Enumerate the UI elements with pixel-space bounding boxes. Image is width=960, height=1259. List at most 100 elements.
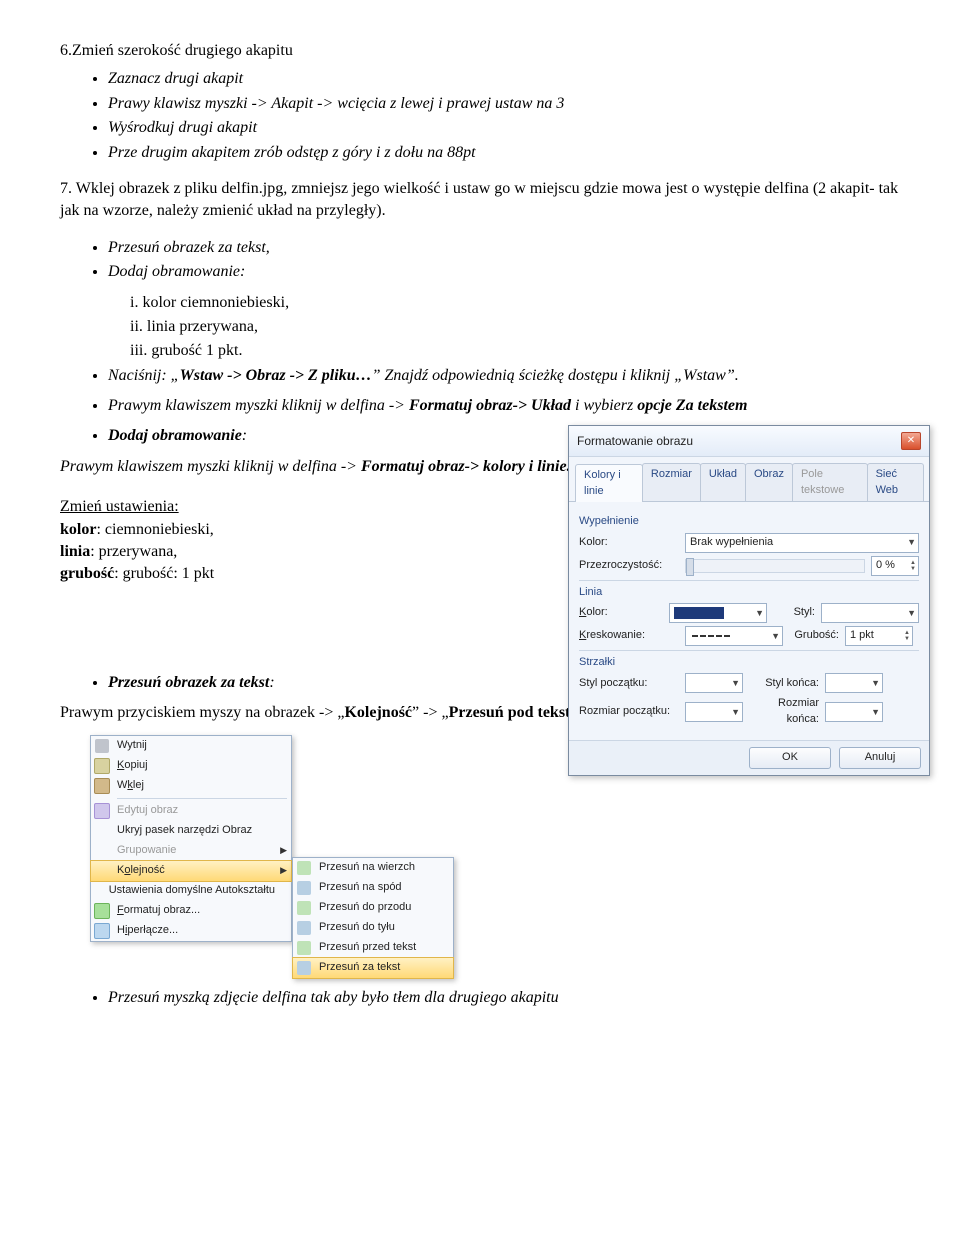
tab-kolory-linie[interactable]: Kolory i linie [575, 464, 643, 502]
nacisnij-mid: ” Znajdź odpowiednią ścieżkę dostępu i k… [372, 367, 684, 384]
end-style-combo[interactable]: ▼ [825, 673, 883, 693]
group-arrows: Strzałki [579, 655, 919, 670]
order-bring-to-front[interactable]: Przesuń na wierzch [293, 858, 453, 878]
tab-uklad[interactable]: Układ [700, 463, 746, 501]
group-line: Linia [579, 585, 919, 600]
dodaj-list: Dodaj obramowanie: [60, 425, 580, 447]
zmien-l3a: grubość [60, 565, 114, 582]
dodaj-line: Prawym klawiszem myszki kliknij w delfin… [60, 458, 361, 475]
order-behind-text[interactable]: Przesuń za tekst [292, 957, 454, 979]
weight-spin[interactable]: 1 pkt▲▼ [845, 626, 913, 646]
ctx-format-image[interactable]: Formatuj obraz... [91, 901, 291, 921]
step2-list: Przesuń obrazek za tekst, Dodaj obramowa… [60, 237, 900, 284]
nacisnij-path: Wstaw -> Obraz -> Z pliku… [180, 367, 372, 384]
last-list: Przesuń myszką zdjęcie delfina tak aby b… [60, 987, 900, 1009]
step2-r2: ii. linia przerywana, [130, 316, 900, 338]
lbl-end-style: Styl końca: [749, 676, 819, 691]
lbl-end-size: Rozmiar końca: [749, 696, 819, 727]
format-picture-dialog: Formatowanie obrazu ✕ Kolory i linie Roz… [568, 425, 930, 775]
lbl-line-color: Kolor: [579, 605, 663, 620]
behind-text-icon [293, 961, 315, 975]
weight-value: 1 pkt [850, 628, 874, 643]
fill-color-value: Brak wypełnienia [690, 535, 773, 550]
bring-forward-icon [293, 901, 315, 915]
ctx-edit-image: Edytuj obraz [91, 801, 291, 821]
chevron-down-icon: ▼ [907, 607, 916, 620]
przesun-b2: Przesuń pod tekst [449, 704, 571, 721]
chevron-right-icon: ▶ [280, 844, 287, 857]
lbl-begin-size: Rozmiar początku: [579, 704, 679, 719]
dash-swatch-icon [690, 630, 742, 642]
tab-rozmiar[interactable]: Rozmiar [642, 463, 701, 501]
przesun-b1: Kolejność [344, 704, 412, 721]
chevron-down-icon: ▼ [907, 536, 916, 549]
ctx-cut[interactable]: Wytnij [91, 736, 291, 756]
transparency-value: 0 % [876, 558, 895, 573]
dialog-tabs: Kolory i linie Rozmiar Układ Obraz Pole … [569, 457, 929, 502]
format-image-icon [91, 903, 113, 919]
context-menu-main: Wytnij Kopiuj Wklej Edytuj obraz Ukryj p… [90, 735, 292, 942]
transparency-spin[interactable]: 0 %▲▼ [871, 556, 919, 576]
order-send-backward[interactable]: Przesuń do tyłu [293, 918, 453, 938]
ctx-default-autoshape[interactable]: Ustawienia domyślne Autokształtu [91, 881, 291, 901]
tab-obraz[interactable]: Obraz [745, 463, 793, 501]
paragraph-7: 7. Wklej obrazek z pliku delfin.jpg, zmn… [60, 178, 900, 223]
order-send-to-back[interactable]: Przesuń na spód [293, 878, 453, 898]
tab-siec-web[interactable]: Sieć Web [867, 463, 924, 501]
group-fill: Wypełnienie [579, 514, 919, 529]
ctx-hyperlink[interactable]: Hiperłącze... [91, 921, 291, 941]
chevron-down-icon: ▼ [771, 630, 780, 643]
ctx-grouping: Grupowanie▶ [91, 841, 291, 861]
step2-b2: Dodaj obramowanie: [108, 261, 900, 283]
chevron-down-icon: ▼ [871, 706, 880, 719]
fill-color-combo[interactable]: Brak wypełnienia ▼ [685, 533, 919, 553]
prawym1-b1: Formatuj obraz-> Układ [409, 397, 571, 414]
begin-style-combo[interactable]: ▼ [685, 673, 743, 693]
close-icon[interactable]: ✕ [901, 432, 921, 450]
order-bring-forward[interactable]: Przesuń do przodu [293, 898, 453, 918]
copy-icon [91, 758, 113, 774]
zmien-l2b: : przerywana, [90, 543, 177, 560]
send-backward-icon [293, 921, 315, 935]
step2-r3: iii. grubość 1 pkt. [130, 340, 900, 362]
send-back-icon [293, 881, 315, 895]
ctx-paste[interactable]: Wklej [91, 776, 291, 796]
lbl-style: Styl: [773, 605, 815, 620]
dialog-title: Formatowanie obrazu [577, 433, 693, 450]
end-size-combo[interactable]: ▼ [825, 702, 883, 722]
step1-b2: Prawy klawisz myszki -> Akapit -> wcięci… [108, 93, 900, 115]
ctx-order[interactable]: Kolejność▶ [90, 860, 292, 882]
nacisnij-end: Wstaw”. [683, 367, 739, 384]
prawym1-item: Prawym klawiszem myszki kliknij w delfin… [108, 395, 900, 417]
step1-b1: Zaznacz drugi akapit [108, 68, 900, 90]
heading-6: 6.Zmień szerokość drugiego akapitu [60, 40, 900, 62]
przesun-pre: Prawym przyciskiem myszy na obrazek -> „ [60, 704, 344, 721]
dodaj-b1: Formatuj obraz-> kolory i linie. [361, 458, 571, 475]
zmien-l2a: linia [60, 543, 90, 560]
zmien-hdr: Zmień ustawienia: [60, 496, 580, 518]
chevron-right-icon: ▶ [280, 864, 287, 877]
ctx-hide-toolbar[interactable]: Ukryj pasek narzędzi Obraz [91, 821, 291, 841]
prawym1-b3: Za tekstem [676, 397, 748, 414]
chevron-down-icon: ▼ [871, 677, 880, 690]
cut-icon [91, 739, 113, 753]
zmien-l1a: kolor [60, 521, 96, 538]
prawym1-pre: Prawym klawiszem myszki kliknij w delfin… [108, 397, 409, 414]
nacisnij-pre: Naciśnij: „ [108, 367, 180, 384]
begin-size-combo[interactable]: ▼ [685, 702, 743, 722]
lbl-fill-color: Kolor: [579, 535, 679, 550]
step2-r1: i. kolor ciemnoniebieski, [130, 292, 900, 314]
prawym1-list: Prawym klawiszem myszki kliknij w delfin… [60, 395, 900, 417]
chevron-down-icon: ▼ [731, 677, 740, 690]
chevron-down-icon: ▼ [755, 607, 764, 620]
line-color-combo[interactable]: ▼ [669, 603, 767, 623]
transparency-slider[interactable] [685, 559, 865, 573]
line-style-combo[interactable]: ▼ [821, 603, 919, 623]
front-text-icon [293, 941, 315, 955]
ctx-copy[interactable]: Kopiuj [91, 756, 291, 776]
dash-combo[interactable]: ▼ [685, 626, 783, 646]
order-in-front-of-text[interactable]: Przesuń przed tekst [293, 938, 453, 958]
prawym1-b2: opcje [637, 397, 672, 414]
paste-icon [91, 778, 113, 794]
lbl-dash: Kreskowanie: [579, 628, 679, 643]
